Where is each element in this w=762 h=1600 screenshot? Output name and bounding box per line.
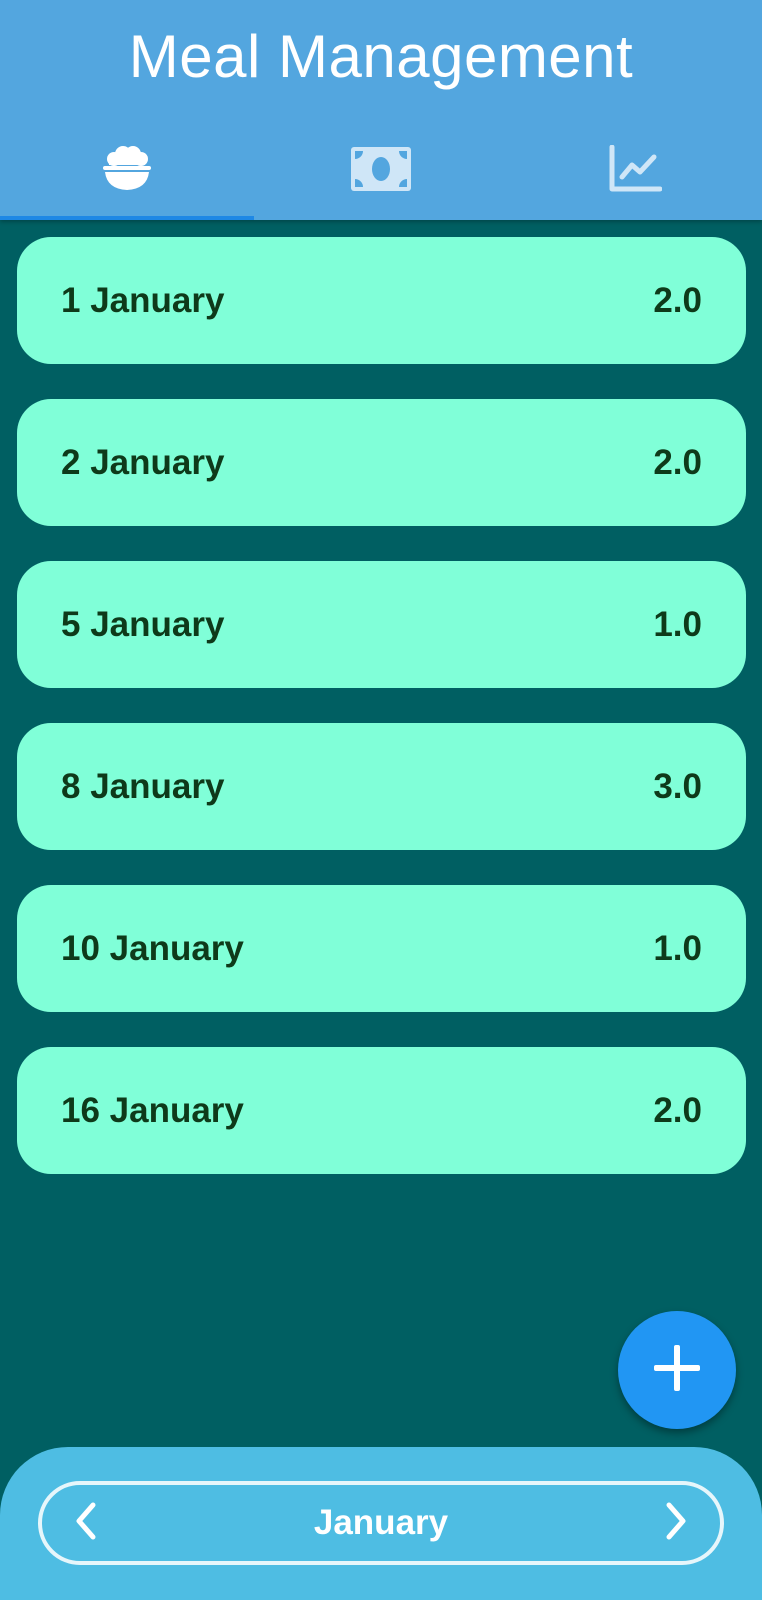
meal-date: 16 January (61, 1090, 244, 1130)
list-item[interactable]: 5 January 1.0 (17, 561, 746, 688)
meal-date: 2 January (61, 442, 225, 482)
meal-count: 3.0 (653, 766, 702, 806)
meal-count: 2.0 (653, 280, 702, 320)
meal-count: 2.0 (653, 442, 702, 482)
current-month: January (313, 1503, 449, 1542)
money-icon (351, 147, 411, 191)
app-title: Meal Management (128, 23, 634, 90)
rice-bowl-icon (100, 145, 154, 193)
tab-statistics[interactable] (508, 118, 762, 220)
list-item[interactable]: 16 January 2.0 (17, 1047, 746, 1174)
tab-bar (0, 118, 762, 220)
chevron-right-icon (663, 1501, 689, 1546)
meal-date: 10 January (61, 928, 244, 968)
meal-count: 1.0 (653, 604, 702, 644)
tab-payments[interactable] (254, 118, 508, 220)
meal-date: 5 January (61, 604, 225, 644)
tab-meals[interactable] (0, 118, 254, 220)
list-item[interactable]: 10 January 1.0 (17, 885, 746, 1012)
tab-active-indicator (0, 216, 254, 220)
add-meal-button[interactable] (618, 1311, 736, 1429)
chevron-left-icon (73, 1501, 99, 1546)
meal-count: 1.0 (653, 928, 702, 968)
month-selector: January (38, 1481, 724, 1565)
meal-date: 1 January (61, 280, 225, 320)
bottom-bar: January (0, 1447, 762, 1600)
chart-icon (608, 145, 662, 193)
previous-month-button[interactable] (64, 1493, 108, 1553)
meal-count: 2.0 (653, 1090, 702, 1130)
list-item[interactable]: 1 January 2.0 (17, 237, 746, 364)
app-bar: Meal Management (0, 0, 762, 220)
list-item[interactable]: 8 January 3.0 (17, 723, 746, 850)
meal-date: 8 January (61, 766, 225, 806)
list-item[interactable]: 2 January 2.0 (17, 399, 746, 526)
next-month-button[interactable] (654, 1493, 698, 1553)
meal-list: 1 January 2.0 2 January 2.0 5 January 1.… (17, 237, 746, 1209)
plus-icon (652, 1343, 702, 1398)
